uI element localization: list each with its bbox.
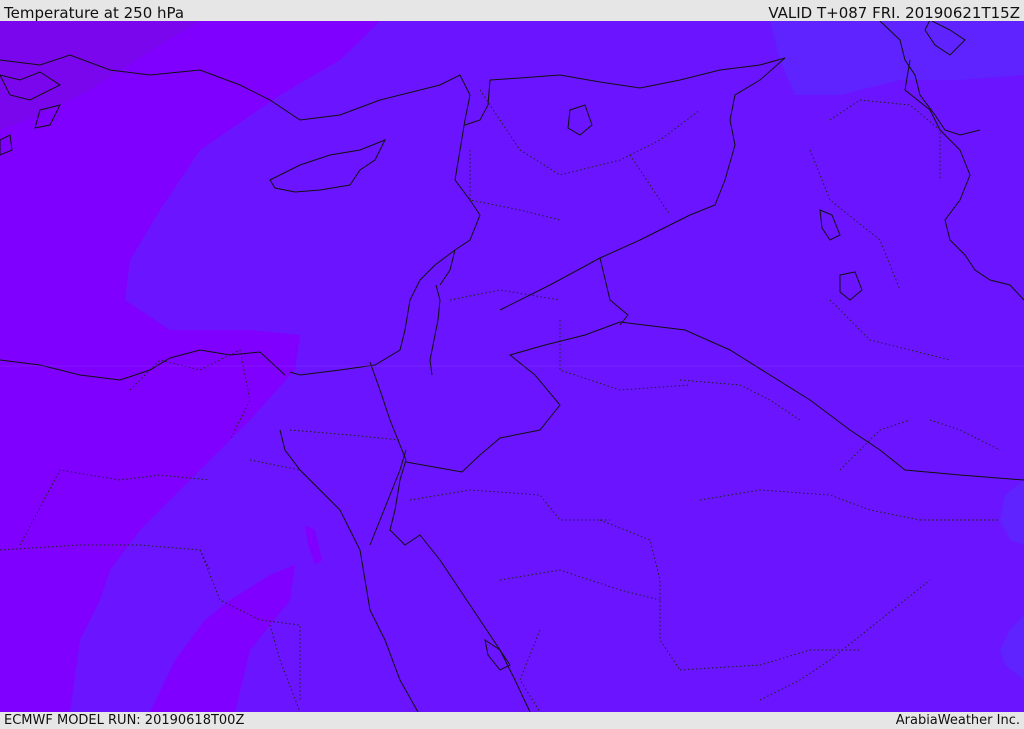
model-run-label: ECMWF MODEL RUN: 20190618T00Z	[4, 713, 245, 728]
credit-label: ArabiaWeather Inc.	[895, 713, 1020, 728]
map-header: Temperature at 250 hPa VALID T+087 FRI. …	[0, 0, 1024, 22]
temperature-map	[0, 21, 1024, 712]
map-footer: ECMWF MODEL RUN: 20190618T00Z ArabiaWeat…	[0, 712, 1024, 729]
